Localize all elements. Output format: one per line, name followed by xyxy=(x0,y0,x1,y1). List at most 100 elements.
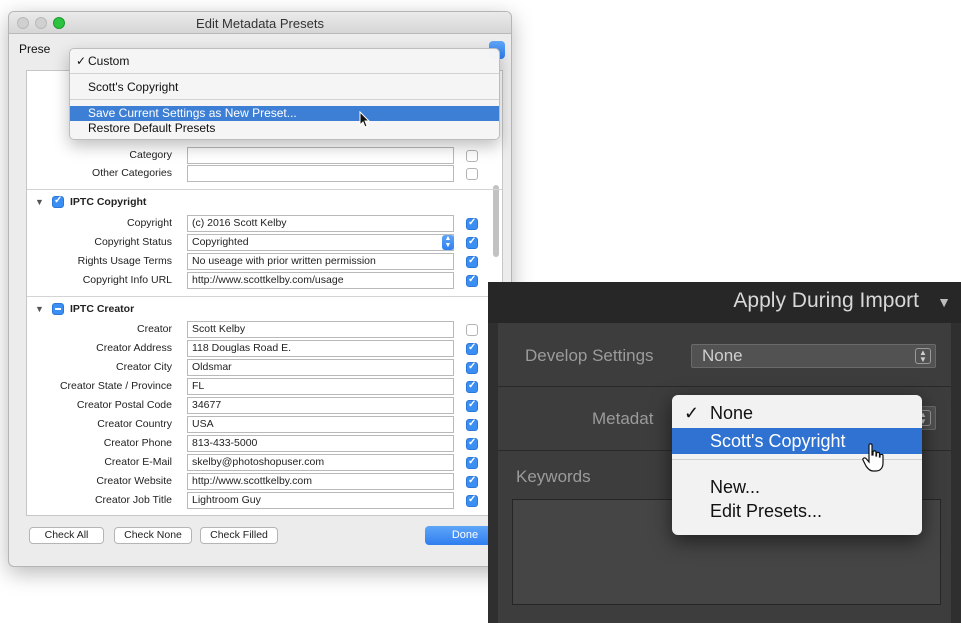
creator-job-title-checkbox[interactable] xyxy=(466,494,478,507)
copyright-status-select[interactable]: Copyrighted xyxy=(187,234,454,251)
section-divider xyxy=(27,296,502,297)
copyright-info-url-checkbox[interactable] xyxy=(466,274,478,287)
field-label: Copyright Info URL xyxy=(82,274,172,286)
menu-separator xyxy=(70,73,499,74)
disclosure-triangle-icon[interactable]: ▼ xyxy=(35,197,44,207)
lr-menu-item-new[interactable]: New... xyxy=(672,474,922,500)
creator-country-input[interactable]: USA xyxy=(187,416,454,433)
creator-job-title-input[interactable]: Lightroom Guy xyxy=(187,492,454,509)
creator-country-checkbox[interactable] xyxy=(466,418,478,431)
menu-item-custom[interactable]: ✓ Custom xyxy=(70,54,499,69)
field-label: Creator Phone xyxy=(103,437,172,449)
menu-item-save-as-new-preset[interactable]: Save Current Settings as New Preset... xyxy=(70,106,499,121)
field-label: Rights Usage Terms xyxy=(77,255,172,267)
select-arrows-icon: ▲ ▼ xyxy=(915,348,931,364)
select-arrows-icon[interactable]: ▲ ▼ xyxy=(442,235,454,250)
field-label: Copyright Status xyxy=(94,236,172,248)
category-input[interactable] xyxy=(187,147,454,164)
creator-email-checkbox[interactable] xyxy=(466,456,478,469)
check-all-button[interactable]: Check All xyxy=(29,527,104,544)
menu-item-label: Custom xyxy=(88,54,130,68)
menu-item-label: New... xyxy=(710,477,761,497)
other-categories-checkbox[interactable] xyxy=(466,168,478,180)
panel-scrollbar[interactable] xyxy=(493,185,499,257)
creator-city-input[interactable]: Oldsmar xyxy=(187,359,454,376)
checkmark-icon: ✓ xyxy=(684,403,700,423)
field-label: Creator City xyxy=(115,361,172,373)
field-label: Creator Country xyxy=(97,418,172,430)
field-row-copyright: Copyright (c) 2016 Scott Kelby xyxy=(27,215,487,233)
creator-website-checkbox[interactable] xyxy=(466,475,478,488)
iptc-creator-checkbox[interactable] xyxy=(52,303,64,315)
lr-menu-item-none[interactable]: ✓ None xyxy=(672,400,922,426)
field-label: Other Categories xyxy=(92,167,172,179)
check-none-button[interactable]: Check None xyxy=(114,527,192,544)
titlebar: Edit Metadata Presets xyxy=(9,12,511,34)
creator-address-input[interactable]: 118 Douglas Road E. xyxy=(187,340,454,357)
menu-item-label: Scott's Copyright xyxy=(88,80,179,94)
develop-settings-select[interactable]: None ▲ ▼ xyxy=(691,344,936,368)
creator-postal-code-input[interactable]: 34677 xyxy=(187,397,454,414)
creator-city-checkbox[interactable] xyxy=(466,361,478,374)
panel-header[interactable]: Apply During Import ▼ xyxy=(488,282,961,323)
dialog-title: Edit Metadata Presets xyxy=(196,16,324,31)
field-label: Creator Website xyxy=(96,475,172,487)
copyright-checkbox[interactable] xyxy=(466,217,478,230)
lr-menu-item-edit-presets[interactable]: Edit Presets... xyxy=(672,498,922,524)
section-title: IPTC Copyright xyxy=(70,196,147,208)
creator-checkbox[interactable] xyxy=(466,324,478,336)
menu-item-label: Save Current Settings as New Preset... xyxy=(88,106,297,120)
creator-address-checkbox[interactable] xyxy=(466,342,478,355)
field-label: Creator State / Province xyxy=(59,380,172,392)
field-row-creator-postal-code: Creator Postal Code 34677 xyxy=(27,397,487,415)
disclosure-triangle-icon[interactable]: ▼ xyxy=(35,304,44,314)
check-filled-button[interactable]: Check Filled xyxy=(200,527,278,544)
category-checkbox[interactable] xyxy=(466,150,478,162)
field-row-creator-job-title: Creator Job Title Lightroom Guy xyxy=(27,492,487,510)
creator-phone-checkbox[interactable] xyxy=(466,437,478,450)
hand-pointer-icon xyxy=(862,443,884,472)
creator-website-input[interactable]: http://www.scottkelby.com xyxy=(187,473,454,490)
creator-phone-input[interactable]: 813-433-5000 xyxy=(187,435,454,452)
creator-state-input[interactable]: FL xyxy=(187,378,454,395)
collapse-triangle-icon[interactable]: ▼ xyxy=(937,294,951,310)
other-categories-input[interactable] xyxy=(187,165,454,182)
field-row-other-categories: Other Categories xyxy=(27,165,487,183)
panel-title: Apply During Import xyxy=(733,289,919,312)
copyright-input[interactable]: (c) 2016 Scott Kelby xyxy=(187,215,454,232)
field-label: Copyright xyxy=(127,217,172,229)
creator-input[interactable]: Scott Kelby xyxy=(187,321,454,338)
menu-item-label: None xyxy=(710,403,754,423)
copyright-status-checkbox[interactable] xyxy=(466,236,478,249)
preset-menu: ✓ Custom Scott's Copyright Save Current … xyxy=(69,48,500,140)
field-row-copyright-info-url: Copyright Info URL http://www.scottkelby… xyxy=(27,272,487,290)
field-label: Creator Address xyxy=(96,342,172,354)
metadata-preset-menu: ✓ None Scott's Copyright New... Edit Pre… xyxy=(672,395,922,535)
field-row-creator-address: Creator Address 118 Douglas Road E. xyxy=(27,340,487,358)
menu-item-restore-defaults[interactable]: Restore Default Presets xyxy=(70,121,499,136)
creator-email-input[interactable]: skelby@photoshopuser.com xyxy=(187,454,454,471)
rights-usage-terms-checkbox[interactable] xyxy=(466,255,478,268)
edit-metadata-presets-dialog: Edit Metadata Presets Prese Category Oth… xyxy=(8,11,512,567)
menu-item-scotts-copyright[interactable]: Scott's Copyright xyxy=(70,80,499,95)
creator-postal-code-checkbox[interactable] xyxy=(466,399,478,412)
field-row-creator-phone: Creator Phone 813-433-5000 xyxy=(27,435,487,453)
menu-separator xyxy=(672,459,922,460)
field-label: Creator Job Title xyxy=(94,494,172,506)
field-label: Category xyxy=(129,149,172,161)
menu-separator xyxy=(70,99,499,100)
lr-menu-item-scotts-copyright[interactable]: Scott's Copyright xyxy=(672,428,922,454)
copyright-info-url-input[interactable]: http://www.scottkelby.com/usage xyxy=(187,272,454,289)
creator-state-checkbox[interactable] xyxy=(466,380,478,393)
field-row-copyright-status: Copyright Status Copyrighted ▲ ▼ xyxy=(27,234,487,252)
develop-settings-label: Develop Settings xyxy=(525,346,654,365)
metadata-label: Metadat xyxy=(592,409,654,428)
field-row-creator-state: Creator State / Province FL xyxy=(27,378,487,396)
field-label: Creator xyxy=(136,323,172,335)
field-row-creator: Creator Scott Kelby xyxy=(27,321,487,339)
iptc-copyright-checkbox[interactable] xyxy=(52,195,64,208)
field-label: Creator E-Mail xyxy=(104,456,172,468)
rights-usage-terms-input[interactable]: No useage with prior written permission xyxy=(187,253,454,270)
field-row-creator-country: Creator Country USA xyxy=(27,416,487,434)
keywords-label: Keywords xyxy=(516,467,591,486)
